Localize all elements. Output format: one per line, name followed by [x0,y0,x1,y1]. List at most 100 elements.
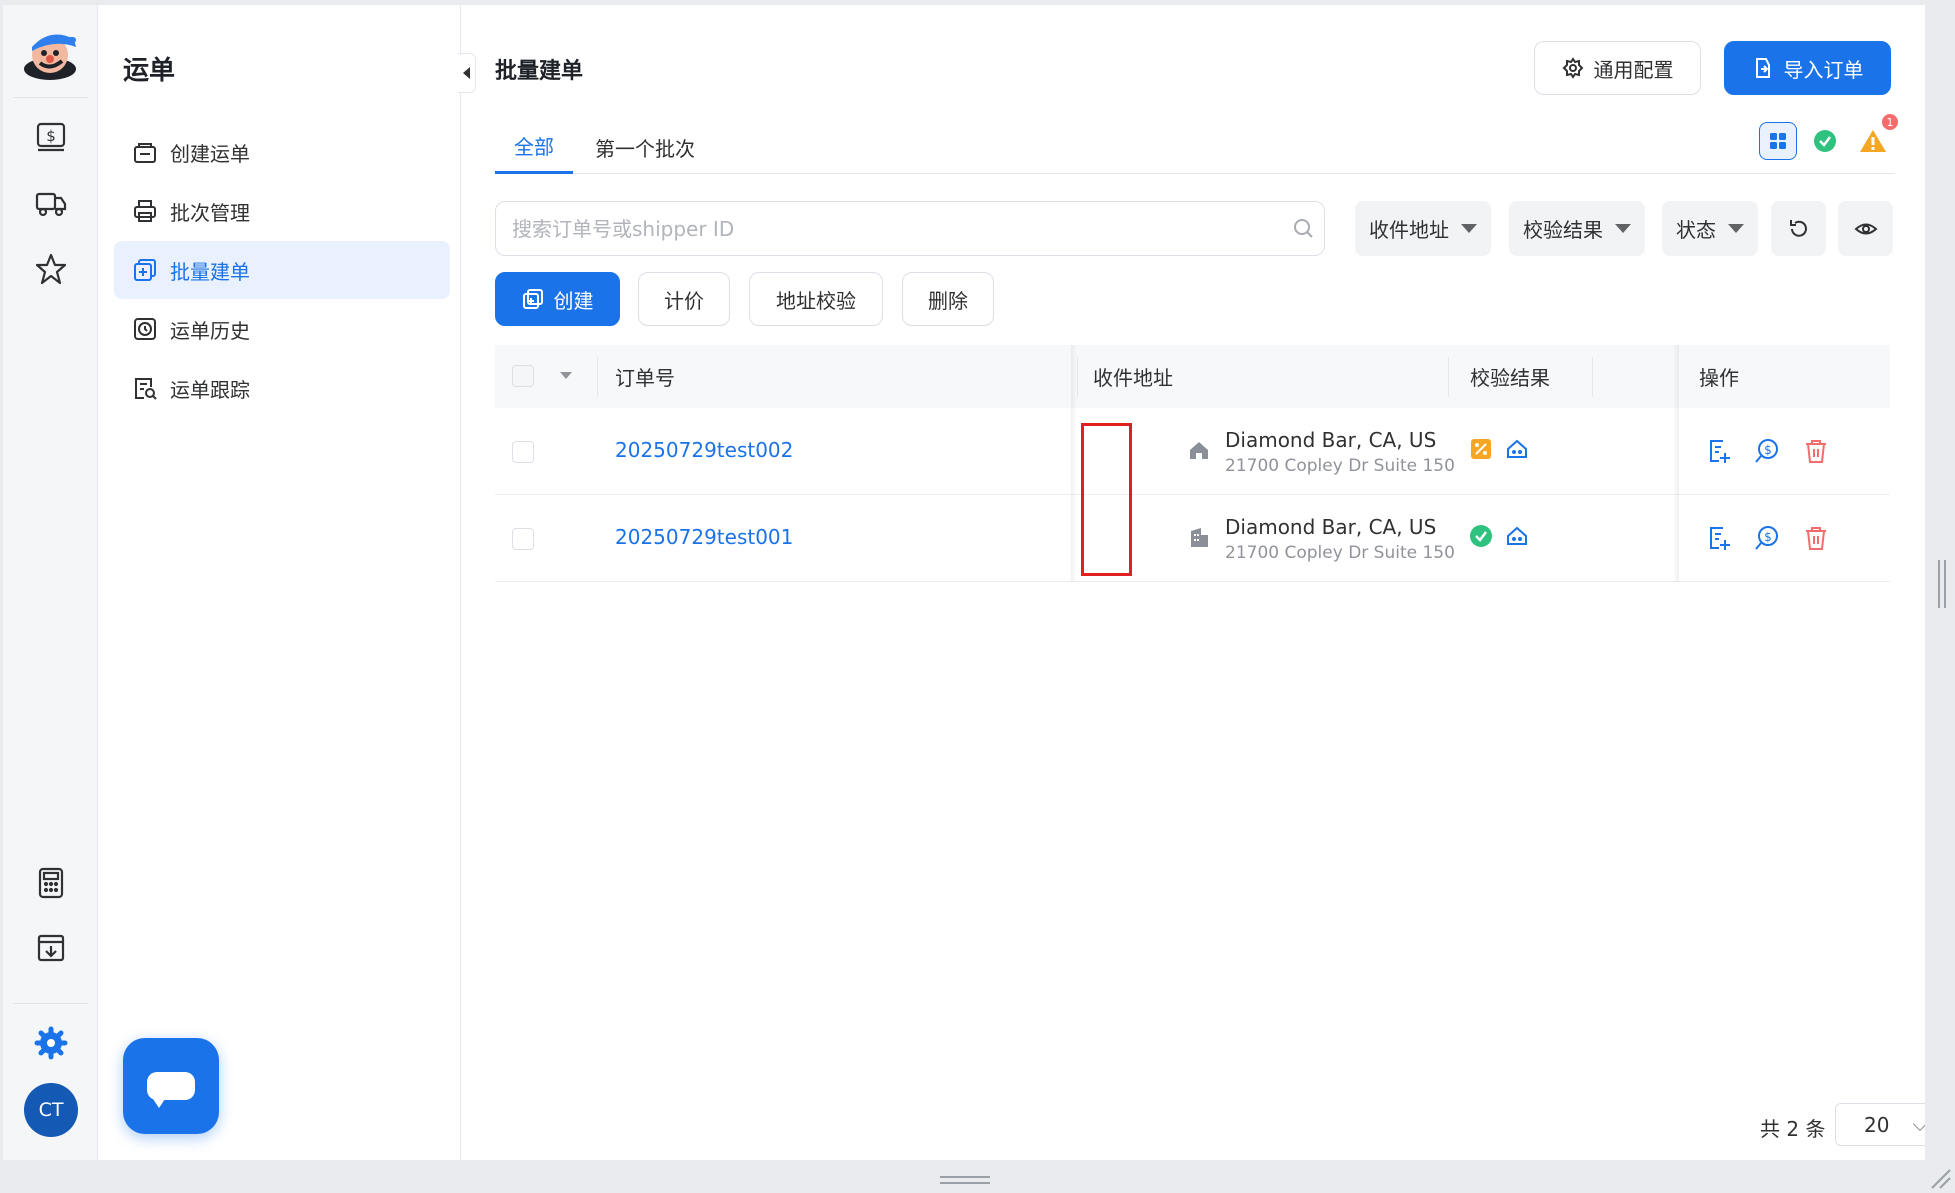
svg-text:$: $ [46,127,56,145]
col-actions: 操作 [1699,366,1739,390]
app-logo[interactable] [20,25,82,83]
calculator-icon[interactable] [31,863,71,903]
order-number-link[interactable]: 20250729test001 [615,525,793,549]
nav-item-label: 运单跟踪 [170,377,250,402]
table-row: 20250729test001 Diamond Bar, CA, US 2170… [495,495,1890,582]
avatar-initials: CT [38,1099,64,1121]
column-divider [597,357,598,397]
caret-down-icon [1615,224,1631,233]
select-menu-caret-icon[interactable] [560,372,572,379]
address-line2: 21700 Copley Dr Suite 150 [1225,543,1455,563]
nav-item-batch-manage[interactable]: 批次管理 [114,182,450,240]
filter-label: 校验结果 [1523,218,1603,242]
fixed-column-shadow [1071,345,1077,582]
main-content: 批量建单 通用配置 导入订单 全部 第一个批次 1 收件地址 校验结果 状态 [462,5,1925,1160]
caret-down-icon [1728,224,1744,233]
truck-icon[interactable] [31,183,71,223]
import-orders-button[interactable]: 导入订单 [1724,41,1891,95]
chevron-down-icon [1912,1116,1925,1132]
icon-rail: $ CT [3,5,98,1160]
grid-view-icon[interactable] [1759,122,1797,160]
chat-bubble-icon [147,1072,195,1108]
general-config-label: 通用配置 [1593,57,1674,82]
address-line2: 21700 Copley Dr Suite 150 [1225,456,1455,476]
residential-home-icon [1190,442,1208,459]
tab-label: 全部 [514,135,554,159]
history-icon [134,318,156,340]
row-checkbox[interactable] [512,528,534,550]
order-search-input[interactable] [495,201,1325,256]
nav-item-waybill-history[interactable]: 运单历史 [114,300,450,358]
address-line1: Diamond Bar, CA, US [1225,515,1437,539]
address-verify-house-icon[interactable] [1505,524,1529,548]
user-avatar[interactable]: CT [24,1083,78,1137]
edit-order-icon[interactable] [1705,524,1733,552]
general-config-button[interactable]: 通用配置 [1534,41,1701,95]
col-validation: 校验结果 [1470,366,1550,390]
row-checkbox[interactable] [512,441,534,463]
column-divider [1077,357,1078,397]
edit-order-icon[interactable] [1705,437,1733,465]
nav-title: 运单 [123,56,176,86]
create-waybill-icon [134,143,156,163]
filter-address[interactable]: 收件地址 [1355,201,1491,256]
commercial-building-icon [1191,528,1208,547]
filter-validation-result[interactable]: 校验结果 [1509,201,1645,256]
page-title: 批量建单 [495,59,584,84]
tab-all[interactable]: 全部 [495,120,573,174]
import-orders-label: 导入订单 [1783,57,1864,82]
price-quote-icon[interactable]: $ [1753,524,1781,552]
address-validate-button[interactable]: 地址校验 [749,272,883,326]
search-icon [1294,219,1313,238]
verified-check-icon[interactable] [1469,524,1493,548]
table-header: 订单号 收件地址 校验结果 操作 [495,345,1890,408]
address-line1: Diamond Bar, CA, US [1225,428,1437,452]
pagination-total: 共 2 条 [1760,1117,1826,1141]
nav-item-label: 批次管理 [170,200,250,225]
download-box-icon[interactable] [31,928,71,968]
corner-resize-grip-icon[interactable] [1928,1166,1952,1190]
page-size-value: 20 [1864,1112,1890,1137]
tab-first-batch[interactable]: 第一个批次 [595,120,695,174]
settings-gear-icon[interactable] [31,1023,71,1063]
price-quote-icon[interactable]: $ [1753,437,1781,465]
nav-item-batch-create[interactable]: 批量建单 [114,241,450,299]
batch-create-icon [134,259,156,281]
partial-match-icon[interactable] [1470,438,1492,460]
refresh-icon [1789,219,1807,237]
delete-button[interactable]: 删除 [902,272,994,326]
billing-icon[interactable]: $ [31,117,71,157]
vertical-resize-handle[interactable] [1938,560,1946,608]
rail-divider [13,97,88,98]
caret-down-icon [1461,224,1477,233]
pricing-button[interactable]: 计价 [638,272,730,326]
pricing-label: 计价 [664,288,704,313]
col-order-no: 订单号 [615,366,675,390]
order-number-link[interactable]: 20250729test002 [615,438,793,462]
success-filter-icon[interactable] [1806,122,1844,160]
app-window: $ CT 运单 创建运单 批次管理 批量建单 运单历史 运单跟踪 批量建单 通用… [3,5,1925,1160]
warning-filter-icon[interactable]: 1 [1854,114,1898,160]
refresh-button[interactable] [1771,201,1826,256]
table-row: 20250729test002 Diamond Bar, CA, US 2170… [495,408,1890,495]
page-size-select[interactable]: 20 [1835,1103,1925,1146]
address-verify-house-icon[interactable] [1505,437,1529,461]
svg-text:$: $ [1764,443,1772,457]
warning-count-badge: 1 [1882,114,1898,130]
delete-order-icon[interactable] [1802,437,1830,465]
nav-item-create-waybill[interactable]: 创建运单 [114,123,450,181]
side-nav: 运单 创建运单 批次管理 批量建单 运单历史 运单跟踪 [99,5,461,1160]
star-icon[interactable] [31,249,71,289]
column-divider [1592,357,1593,397]
select-all-checkbox[interactable] [512,365,534,387]
filter-label: 收件地址 [1369,218,1449,242]
filter-status[interactable]: 状态 [1662,201,1758,256]
address-validate-label: 地址校验 [776,288,856,313]
delete-order-icon[interactable] [1802,524,1830,552]
bottom-resize-handle[interactable] [940,1176,990,1184]
nav-item-waybill-tracking[interactable]: 运单跟踪 [114,359,450,417]
rail-divider [13,1003,88,1004]
column-visibility-button[interactable] [1838,201,1893,256]
create-button[interactable]: 创建 [495,272,620,326]
chat-support-button[interactable] [123,1038,219,1134]
